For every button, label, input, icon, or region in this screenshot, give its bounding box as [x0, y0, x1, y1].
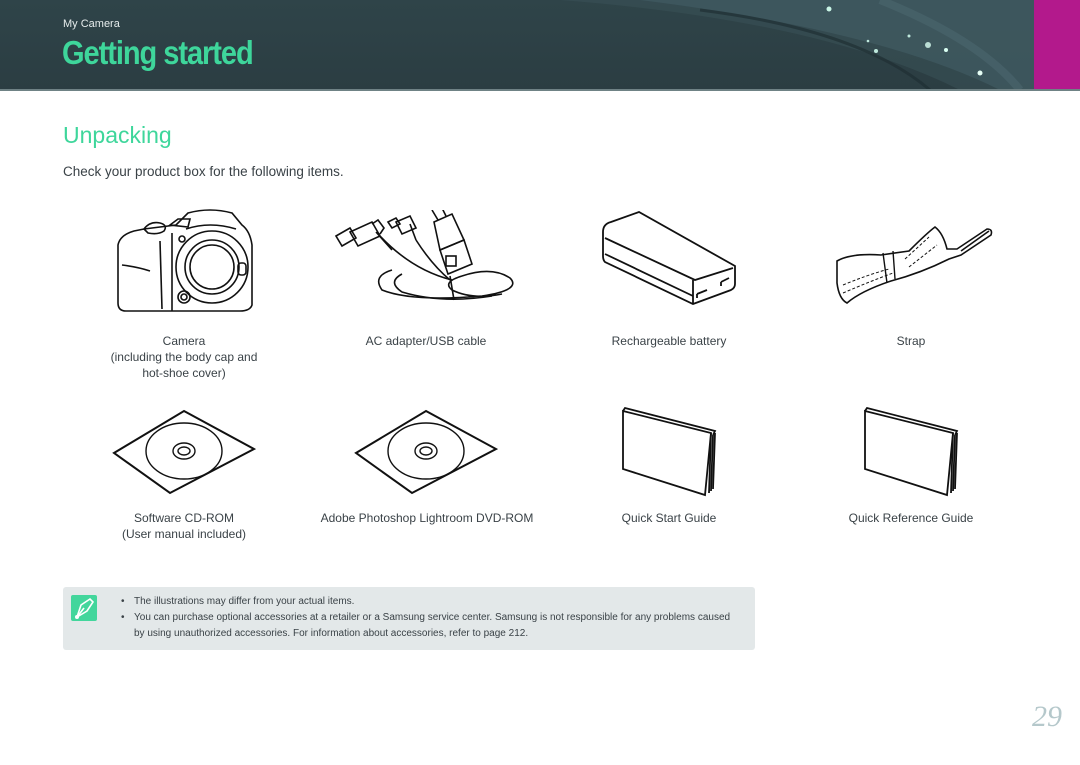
item-caption-line: Strap [896, 334, 926, 348]
item-software-cd-rom: Software CD-ROM (User manual included) [84, 405, 284, 550]
note-list: The illustrations may differ from your a… [121, 594, 741, 642]
ac-adapter-usb-cable-icon [334, 210, 514, 301]
item-ac-adapter-usb-cable: AC adapter/USB cable [326, 205, 526, 365]
item-caption-line: (User manual included) [121, 527, 247, 541]
section-title: Unpacking [63, 122, 172, 148]
item-lightroom-dvd-rom: Adobe Photoshop Lightroom DVD-ROM [286, 405, 568, 550]
item-strap: Strap [811, 205, 1011, 365]
strap-icon [836, 225, 993, 304]
item-quick-reference-guide: Quick Reference Guide [811, 405, 1011, 535]
note-bullet: You can purchase optional accessories at… [121, 610, 741, 642]
item-caption-line: Adobe Photoshop Lightroom DVD-ROM [320, 511, 534, 525]
note-box: The illustrations may differ from your a… [63, 587, 755, 650]
item-caption-line: AC adapter/USB cable [365, 334, 487, 348]
page-header: My Camera Getting started [0, 0, 1080, 90]
page-title: Getting started [62, 34, 254, 71]
intro-text: Check your product box for the following… [63, 164, 344, 179]
header-divider [0, 89, 1080, 91]
item-camera: Camera (including the body cap and hot-s… [84, 205, 284, 385]
item-caption-line: Camera [162, 334, 206, 348]
battery-icon [602, 211, 736, 305]
note-pen-icon [71, 595, 97, 621]
dvd-rom-icon [354, 409, 498, 495]
breadcrumb: My Camera [63, 18, 120, 30]
item-caption-line: Software CD-ROM [133, 511, 234, 525]
item-caption-line: hot-shoe cover) [142, 366, 226, 380]
chapter-tab [1034, 0, 1080, 90]
item-caption-line: Rechargeable battery [611, 334, 727, 348]
quick-start-guide-icon [622, 407, 717, 497]
item-caption-line: Quick Start Guide [621, 511, 717, 525]
item-quick-start-guide: Quick Start Guide [569, 405, 769, 535]
cd-rom-icon [112, 409, 256, 495]
item-caption-line: Quick Reference Guide [848, 511, 974, 525]
item-caption-line: (including the body cap and [110, 350, 258, 364]
note-bullet: The illustrations may differ from your a… [121, 594, 741, 610]
page-number: 29 [1032, 700, 1062, 733]
camera-icon [117, 209, 253, 312]
item-battery: Rechargeable battery [569, 205, 769, 365]
quick-reference-guide-icon [864, 407, 959, 497]
